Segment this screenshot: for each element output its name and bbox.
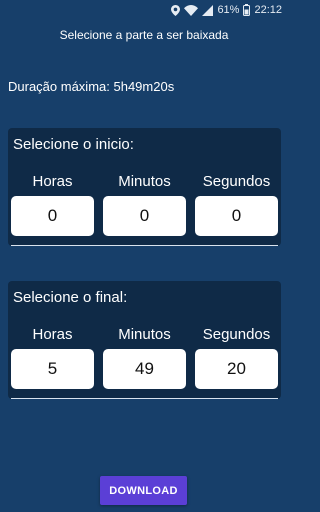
start-panel-title: Selecione o inicio: [13,136,134,153]
end-hours-label: Horas [32,326,73,343]
max-duration-text: Duração máxima: 5h49m20s [8,79,175,94]
end-seconds-label: Segundos [202,326,271,343]
start-hours-input[interactable]: 0 [11,196,94,236]
end-panel-title: Selecione o final: [13,289,128,306]
page-title: Selecione a parte a ser baixada [59,28,229,42]
start-time-panel: Selecione o inicio: Horas 0 Minutos 0 Se… [8,128,281,246]
end-time-panel: Selecione o final: Horas 5 Minutos 49 Se… [8,281,281,399]
location-icon [171,4,181,16]
clock: 22:12 [254,4,282,16]
end-minutes-column: Minutos 49 [103,325,186,389]
end-seconds-column: Segundos 20 [195,325,278,389]
signal-icon [202,4,214,16]
status-bar: 61% 22:12 [0,0,288,20]
end-seconds-input[interactable]: 20 [195,349,278,389]
wifi-icon [184,4,199,16]
end-hours-input[interactable]: 5 [11,349,94,389]
start-hours-column: Horas 0 [11,172,94,236]
start-seconds-label: Segundos [202,173,271,190]
start-hours-label: Horas [32,173,73,190]
start-minutes-label: Minutos [118,173,171,190]
start-seconds-column: Segundos 0 [195,172,278,236]
start-time-fields: Horas 0 Minutos 0 Segundos 0 [11,172,278,236]
end-minutes-input[interactable]: 49 [103,349,186,389]
start-minutes-input[interactable]: 0 [103,196,186,236]
end-divider [11,398,278,399]
battery-percent: 61% [217,4,240,16]
start-minutes-column: Minutos 0 [103,172,186,236]
download-button[interactable]: DOWNLOAD [100,476,187,505]
end-time-fields: Horas 5 Minutos 49 Segundos 20 [11,325,278,389]
start-divider [11,245,278,246]
battery-icon [243,4,251,16]
start-seconds-input[interactable]: 0 [195,196,278,236]
end-minutes-label: Minutos [118,326,171,343]
end-hours-column: Horas 5 [11,325,94,389]
